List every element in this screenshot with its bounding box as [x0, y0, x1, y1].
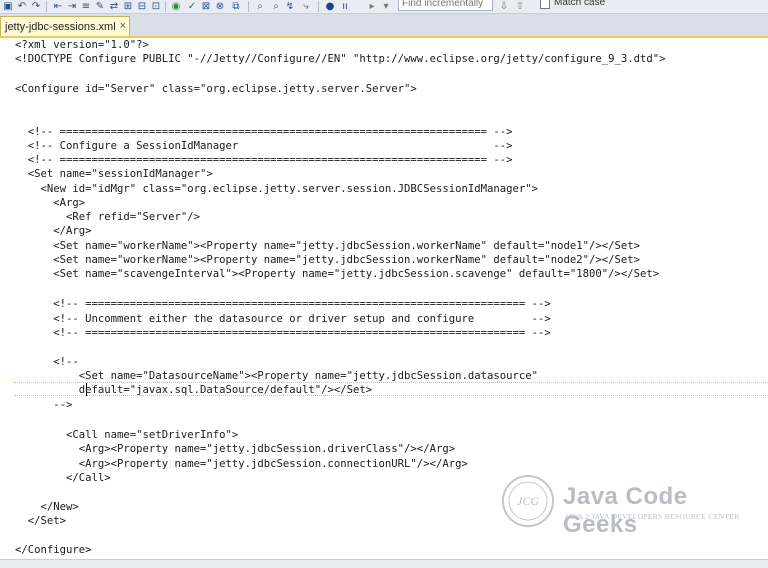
logo-text: JCG [517, 494, 539, 508]
find-previous-icon[interactable]: ⇩ [498, 1, 510, 12]
wrap-icon[interactable]: ⊡ [150, 1, 162, 12]
play-icon[interactable]: ▸ [366, 1, 378, 12]
undo-icon[interactable]: ↶ [16, 1, 28, 12]
code-line: <Arg><Property name="jetty.jdbcSession.d… [15, 443, 456, 455]
code-line: <Configure id="Server" class="org.eclips… [15, 83, 417, 95]
code-line: <Set name="scavengeInterval"><Property n… [15, 268, 660, 280]
code-line: </Set> [15, 515, 67, 527]
pause-icon[interactable]: ıı [338, 1, 352, 12]
code-line: <Arg> [15, 197, 86, 209]
validate-icon[interactable]: ⊠ [200, 1, 212, 12]
code-line: <!-- Uncomment either the datasource or … [15, 313, 551, 325]
code-line: <New id="idMgr" class="org.eclipse.jetty… [15, 183, 539, 195]
comment-icon[interactable]: ✎ [94, 1, 106, 12]
find-replace-icon[interactable]: ⌕ [270, 1, 282, 12]
code-line: --> [15, 399, 73, 411]
code-line: <!-- Configure a SessionIdManager --> [15, 140, 513, 152]
code-line: <Set name="workerName"><Property name="j… [15, 254, 641, 266]
redo-icon[interactable]: ↷ [30, 1, 42, 12]
tab-label: jetty-jdbc-sessions.xml [5, 20, 116, 33]
outdent-icon[interactable]: ⇤ [52, 1, 64, 12]
jcg-logo-icon: JCG [502, 475, 554, 527]
indent-icon[interactable]: ⇥ [66, 1, 78, 12]
code-line: </New> [15, 501, 79, 513]
match-case-label: Match case [554, 0, 606, 8]
save-all-icon[interactable]: ▣ [2, 1, 14, 12]
toggle-icon[interactable]: ⇄ [108, 1, 120, 12]
collapse-icon[interactable]: ⊟ [136, 1, 148, 12]
code-line: <Set name="workerName"><Property name="j… [15, 240, 641, 252]
globe-icon[interactable]: ◉ [170, 1, 182, 12]
chevron-down-icon[interactable]: ▾ [380, 1, 392, 12]
match-case-checkbox[interactable] [540, 0, 550, 9]
find-next-arrow-icon[interactable]: ⇧ [514, 1, 526, 12]
code-line: <Set name="sessionIdManager"> [15, 168, 213, 180]
editor-toolbar: ▣ ↶ ↷ ⇤ ⇥ ≡ ✎ ⇄ ⊞ ⊟ ⊡ ◉ ✓ ⊠ ⊗ ⧉ ⌕ ⌕ ↯ ⤷ … [0, 0, 768, 14]
code-line: <!-- [15, 356, 79, 368]
code-line: default="javax.sql.DataSource/default"/>… [15, 384, 373, 396]
format-icon[interactable]: ≡ [80, 1, 92, 12]
watermark-title: Java Code Geeks [563, 483, 688, 538]
code-line: <!DOCTYPE Configure PUBLIC "-//Jetty//Co… [15, 53, 666, 65]
code-line: <Set name="DatasourceName"><Property nam… [15, 370, 538, 382]
expand-icon[interactable]: ⊞ [122, 1, 134, 12]
code-line: <?xml version="1.0"?> [15, 39, 149, 51]
code-line: <Arg><Property name="jetty.jdbcSession.c… [15, 458, 468, 470]
code-line: <!-- ===================================… [15, 327, 551, 339]
find-incrementally-input[interactable] [398, 0, 493, 11]
code-line: </Configure> [15, 544, 92, 556]
code-line: <!-- ===================================… [15, 154, 513, 166]
code-line: <Call name="setDriverInfo"> [15, 429, 239, 441]
code-line: </Call> [15, 472, 111, 484]
editor-tab-bar: jetty-jdbc-sessions.xml × [0, 14, 768, 38]
code-editor[interactable]: <?xml version="1.0"?> <!DOCTYPE Configur… [0, 38, 768, 559]
close-icon[interactable]: × [120, 19, 126, 33]
transform-icon[interactable]: ⧉ [230, 1, 242, 12]
check-icon[interactable]: ✓ [186, 1, 198, 12]
code-line: <Ref refid="Server"/> [15, 211, 200, 223]
tab-jetty-jdbc-sessions[interactable]: jetty-jdbc-sessions.xml × [0, 16, 130, 36]
code-line: </Arg> [15, 225, 92, 237]
find-icon[interactable]: ⌕ [254, 1, 266, 12]
find-next-icon[interactable]: ↯ [284, 1, 296, 12]
watermark-subtitle: JAVA 2 JAVA DEVELOPERS RESOURCE CENTER [565, 512, 740, 521]
bookmark-icon[interactable]: ● [324, 1, 336, 12]
code-line: <!-- ===================================… [15, 298, 551, 310]
goto-icon[interactable]: ⤷ [300, 1, 312, 12]
schema-icon[interactable]: ⊗ [214, 1, 226, 12]
code-line: <!-- ===================================… [15, 126, 513, 138]
